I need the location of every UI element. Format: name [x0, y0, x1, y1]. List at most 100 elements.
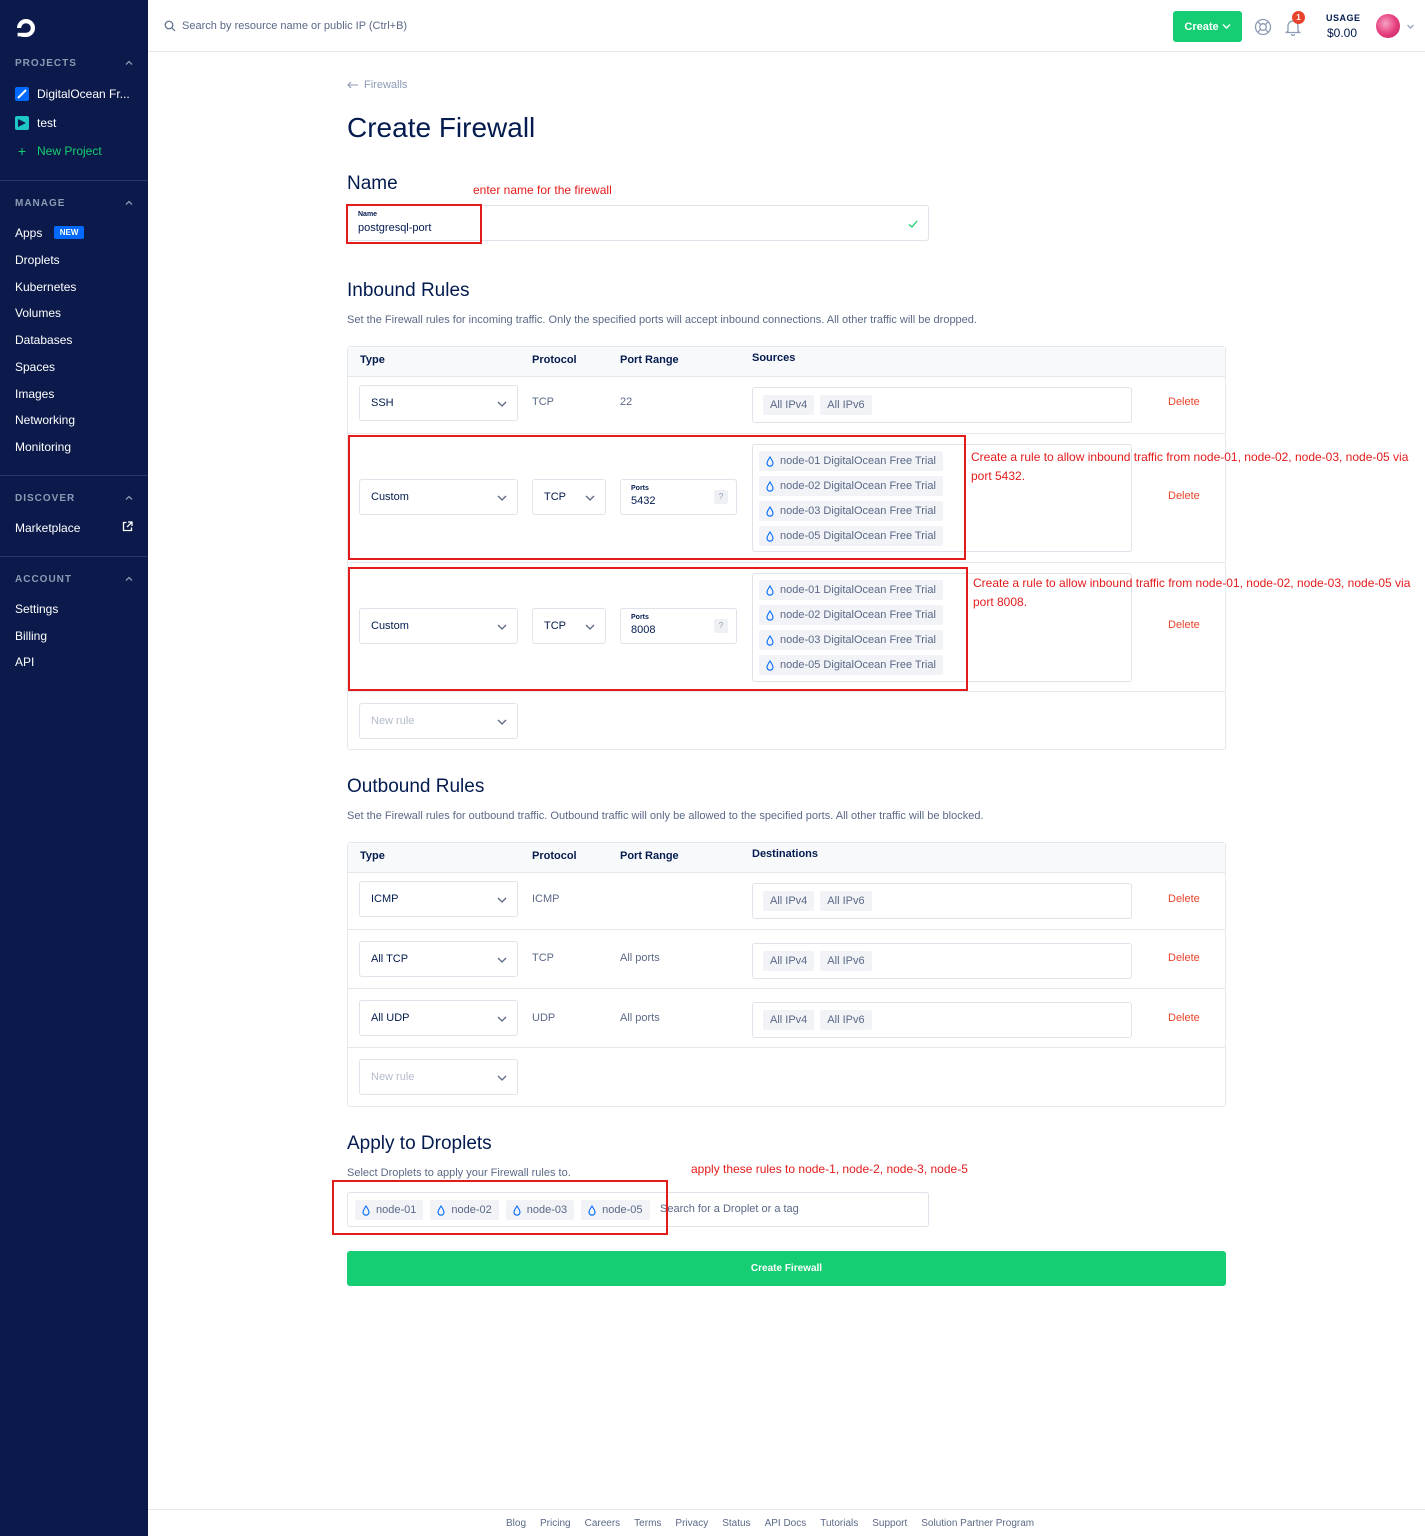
- sources-field[interactable]: All IPv4 All IPv6: [752, 387, 1132, 423]
- usage-value[interactable]: $0.00: [1327, 26, 1357, 40]
- row-divider: [348, 562, 1225, 563]
- protocol-value: UDP: [532, 1012, 556, 1024]
- sidebar-item-api[interactable]: API: [15, 655, 34, 669]
- project-icon: [15, 87, 29, 101]
- account-header[interactable]: ACCOUNT: [15, 574, 72, 585]
- sidebar-item-volumes[interactable]: Volumes: [15, 306, 61, 320]
- destination-chip[interactable]: All IPv6: [820, 1010, 872, 1030]
- source-chip[interactable]: All IPv4: [763, 395, 815, 415]
- destination-chip[interactable]: All IPv6: [820, 891, 872, 911]
- new-project-link[interactable]: + New Project: [15, 144, 102, 158]
- sidebar-item-apps[interactable]: Apps NEW: [15, 226, 85, 240]
- notification-count-badge: 1: [1292, 11, 1305, 24]
- sidebar-item-label: Apps: [15, 226, 43, 240]
- footer-link-privacy[interactable]: Privacy: [675, 1518, 708, 1529]
- footer-link-terms[interactable]: Terms: [634, 1518, 661, 1529]
- chevron-up-icon[interactable]: [124, 198, 134, 208]
- new-rule-select[interactable]: New rule: [359, 703, 518, 739]
- annotation-note: apply these rules to node-1, node-2, nod…: [691, 1162, 968, 1176]
- rule-type-select[interactable]: All UDP: [359, 1000, 518, 1036]
- select-value: All TCP: [371, 953, 409, 965]
- delete-rule-link[interactable]: Delete: [1168, 952, 1200, 964]
- table-header: Type Protocol Port Range Destinations: [348, 843, 1225, 873]
- chevron-up-icon[interactable]: [124, 58, 134, 68]
- protocol-value: TCP: [532, 396, 554, 408]
- select-value: All UDP: [371, 1012, 410, 1024]
- project-item-test[interactable]: test: [15, 116, 56, 130]
- sidebar-item-billing[interactable]: Billing: [15, 629, 47, 643]
- external-link-icon: [122, 521, 133, 532]
- breadcrumb-link[interactable]: Firewalls: [364, 79, 407, 91]
- check-icon: [908, 220, 918, 228]
- protocol-value: ICMP: [532, 893, 560, 905]
- chevron-up-icon[interactable]: [124, 493, 134, 503]
- new-badge: NEW: [53, 226, 85, 239]
- project-item-digitalocean[interactable]: DigitalOcean Fr...: [15, 87, 130, 101]
- droplet-search-input[interactable]: Search for a Droplet or a tag: [660, 1203, 799, 1215]
- delete-rule-link[interactable]: Delete: [1168, 396, 1200, 408]
- create-button-label: Create: [1184, 20, 1219, 33]
- breadcrumb[interactable]: Firewalls: [347, 79, 407, 91]
- help-lifebuoy-icon[interactable]: [1254, 18, 1272, 36]
- create-button[interactable]: Create: [1173, 11, 1242, 42]
- discover-header[interactable]: DISCOVER: [15, 493, 75, 504]
- delete-rule-link[interactable]: Delete: [1168, 490, 1200, 502]
- footer-link-tutorials[interactable]: Tutorials: [820, 1518, 858, 1529]
- footer-link-support[interactable]: Support: [872, 1518, 907, 1529]
- destination-chip[interactable]: All IPv4: [763, 951, 815, 971]
- project-label: DigitalOcean Fr...: [37, 87, 130, 101]
- search-input[interactable]: Search by resource name or public IP (Ct…: [182, 20, 407, 32]
- sidebar-divider: [0, 556, 148, 557]
- destinations-field[interactable]: All IPv4 All IPv6: [752, 943, 1132, 979]
- footer-link-careers[interactable]: Careers: [585, 1518, 621, 1529]
- sidebar-item-images[interactable]: Images: [15, 387, 54, 401]
- column-header-destinations: Destinations: [752, 848, 819, 860]
- destination-chip[interactable]: All IPv6: [820, 951, 872, 971]
- table-header: Type Protocol Port Range Sources: [348, 347, 1225, 377]
- create-firewall-button[interactable]: Create Firewall: [347, 1251, 1226, 1286]
- delete-rule-link[interactable]: Delete: [1168, 893, 1200, 905]
- inbound-rules-title: Inbound Rules: [347, 280, 470, 301]
- outbound-rules-title: Outbound Rules: [347, 776, 485, 797]
- sidebar-item-settings[interactable]: Settings: [15, 602, 58, 616]
- chevron-down-icon[interactable]: [1406, 22, 1415, 31]
- annotation-highlight-box: [346, 204, 482, 244]
- chevron-down-icon: [497, 957, 507, 963]
- delete-rule-link[interactable]: Delete: [1168, 1012, 1200, 1024]
- chevron-up-icon[interactable]: [124, 574, 134, 584]
- sidebar-item-databases[interactable]: Databases: [15, 333, 72, 347]
- column-header-port-range: Port Range: [620, 354, 679, 366]
- annotation-highlight-box: [348, 567, 968, 691]
- footer-link-blog[interactable]: Blog: [506, 1518, 526, 1529]
- destinations-field[interactable]: All IPv4 All IPv6: [752, 883, 1132, 919]
- sidebar-item-kubernetes[interactable]: Kubernetes: [15, 280, 76, 294]
- row-divider: [348, 1047, 1225, 1048]
- destinations-field[interactable]: All IPv4 All IPv6: [752, 1002, 1132, 1038]
- destination-chip[interactable]: All IPv4: [763, 891, 815, 911]
- search-icon: [164, 20, 176, 32]
- projects-header[interactable]: PROJECTS: [15, 58, 77, 69]
- sidebar-item-marketplace[interactable]: Marketplace: [15, 521, 80, 535]
- footer-link-api-docs[interactable]: API Docs: [765, 1518, 807, 1529]
- source-chip[interactable]: All IPv6: [820, 395, 872, 415]
- project-icon: [15, 116, 29, 130]
- rule-type-select[interactable]: All TCP: [359, 941, 518, 977]
- sidebar-item-droplets[interactable]: Droplets: [15, 253, 60, 267]
- delete-rule-link[interactable]: Delete: [1168, 619, 1200, 631]
- row-divider: [348, 691, 1225, 692]
- footer-link-solution-partner[interactable]: Solution Partner Program: [921, 1518, 1034, 1529]
- footer-link-status[interactable]: Status: [722, 1518, 750, 1529]
- sidebar: PROJECTS DigitalOcean Fr... test + New P…: [0, 0, 148, 1536]
- sidebar-item-spaces[interactable]: Spaces: [15, 360, 55, 374]
- plus-icon: +: [17, 143, 27, 159]
- sidebar-item-monitoring[interactable]: Monitoring: [15, 440, 71, 454]
- new-rule-select[interactable]: New rule: [359, 1059, 518, 1095]
- footer-link-pricing[interactable]: Pricing: [540, 1518, 571, 1529]
- destination-chip[interactable]: All IPv4: [763, 1010, 815, 1030]
- digitalocean-logo-icon[interactable]: [14, 16, 38, 40]
- sidebar-item-networking[interactable]: Networking: [15, 413, 75, 427]
- manage-header[interactable]: MANAGE: [15, 198, 65, 209]
- rule-type-select[interactable]: SSH: [359, 385, 518, 421]
- rule-type-select[interactable]: ICMP: [359, 881, 518, 917]
- avatar[interactable]: [1376, 14, 1400, 38]
